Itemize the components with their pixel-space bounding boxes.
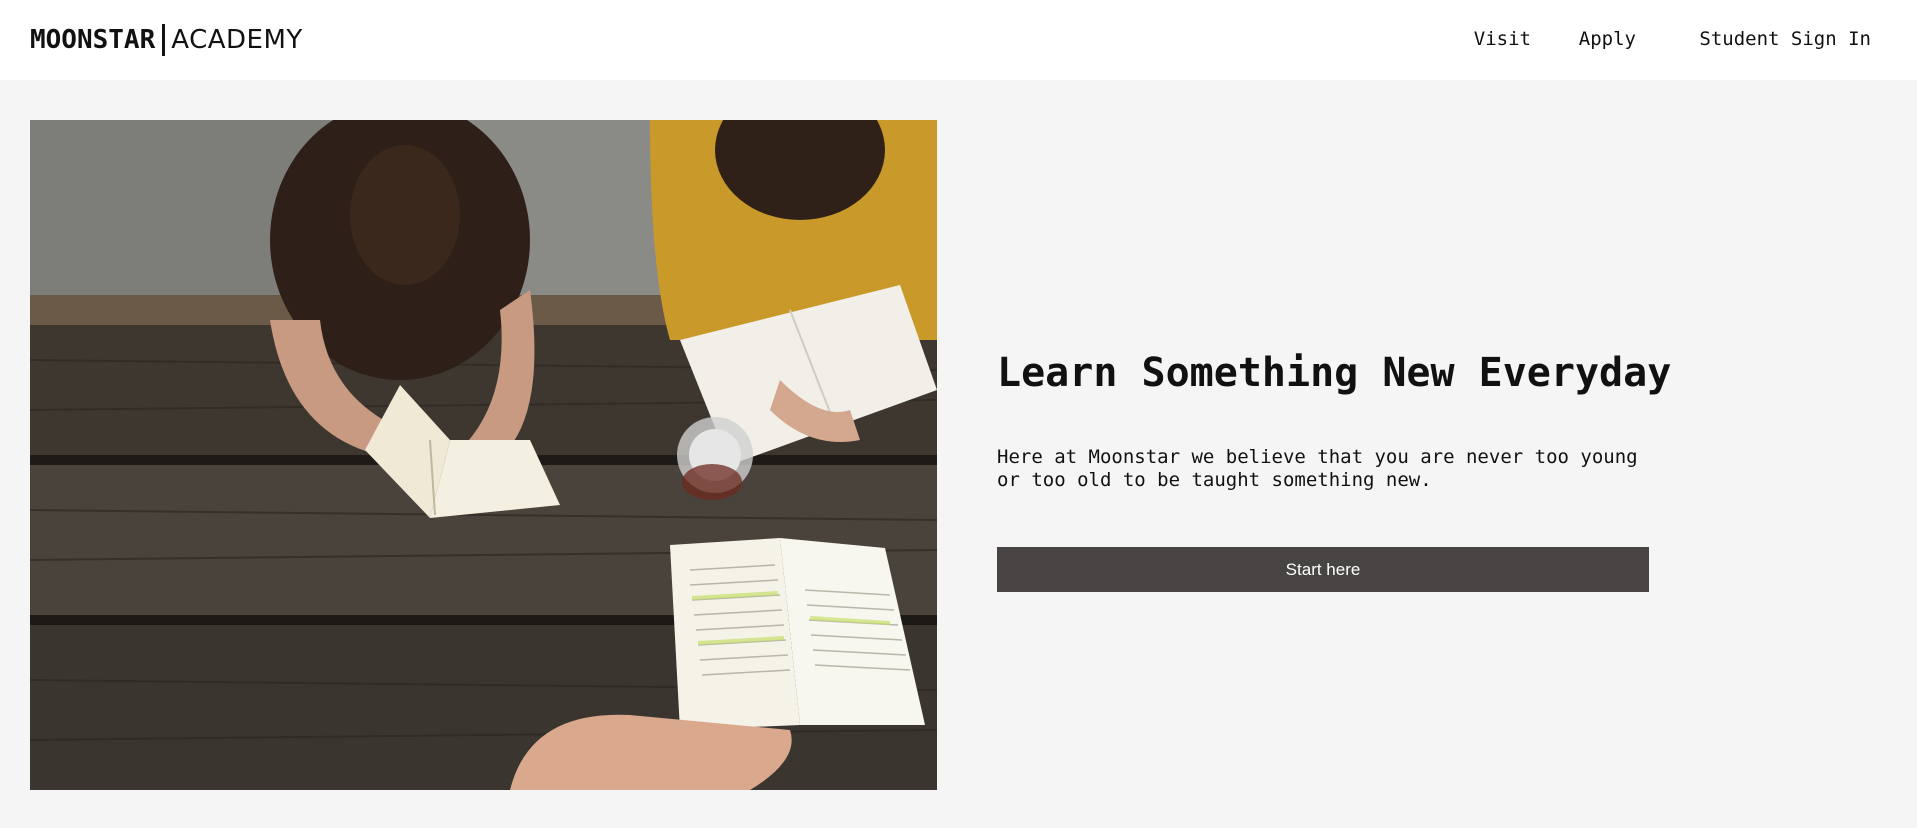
hero-title: Learn Something New Everyday [997,350,1672,396]
start-here-button[interactable]: Start here [997,547,1649,592]
logo-divider [162,24,166,56]
hero-photo [30,120,937,790]
nav-link-student-sign-in[interactable]: Student Sign In [1699,28,1871,50]
hero-description: Here at Moonstar we believe that you are… [997,446,1638,491]
hero-content: Learn Something New Everyday Here at Moo… [997,350,1672,492]
logo-wordmark-light: ACADEMY [171,25,303,55]
nav-link-visit[interactable]: Visit [1474,28,1531,50]
site-header: MOONSTAR ACADEMY Visit Apply Student Sig… [0,0,1917,80]
nav-link-apply[interactable]: Apply [1579,28,1636,50]
students-studying-photo-icon [30,120,937,790]
site-logo[interactable]: MOONSTAR ACADEMY [30,22,303,58]
logo-wordmark-bold: MOONSTAR [30,25,156,55]
